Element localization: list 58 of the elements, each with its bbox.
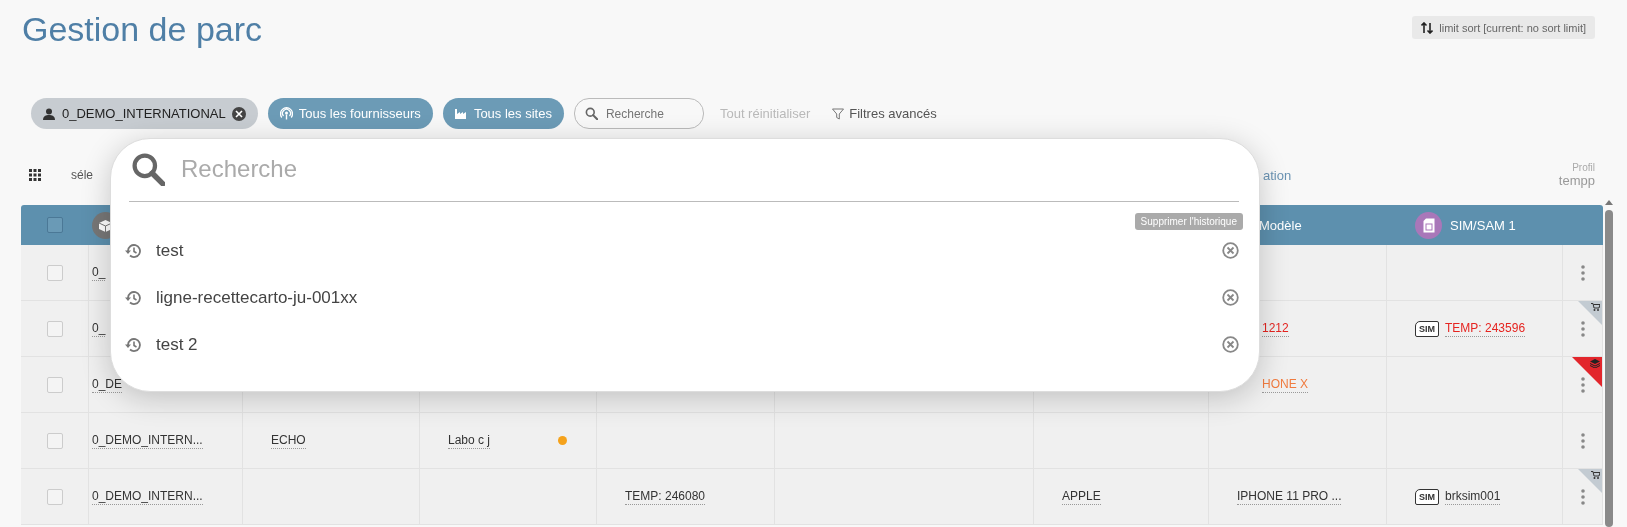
sim-card-icon	[1415, 211, 1442, 239]
sim-badge: SIM	[1415, 488, 1439, 505]
more-icon[interactable]	[1580, 376, 1585, 393]
more-icon[interactable]	[1580, 320, 1585, 337]
history-icon	[124, 242, 142, 259]
history-icon	[124, 289, 142, 306]
table-cell: brksim001	[1445, 488, 1501, 505]
table-cell: TEMP: 246080	[625, 488, 706, 505]
advanced-filters-link[interactable]: Filtres avancés	[826, 106, 943, 121]
history-item[interactable]: test 2	[156, 334, 1222, 355]
profile-label: Profil	[1571, 162, 1595, 173]
table-cell: 0_DEMO_INTERN...	[92, 432, 203, 449]
row-checkbox[interactable]	[46, 264, 63, 281]
table-cell: HONE X	[1262, 376, 1308, 393]
user-icon	[43, 107, 56, 120]
history-item[interactable]: test	[156, 240, 1222, 261]
more-icon[interactable]	[1580, 264, 1585, 281]
sites-filter-chip[interactable]: Tous les sites	[442, 98, 564, 129]
row-checkbox[interactable]	[46, 488, 63, 505]
more-icon[interactable]	[1580, 488, 1585, 505]
table-cell: ECHO	[271, 432, 306, 449]
history-icon	[124, 336, 142, 353]
search-icon	[584, 107, 598, 120]
sort-icon	[1421, 21, 1434, 34]
action-link[interactable]: ation	[1263, 168, 1292, 183]
row-checkbox[interactable]	[46, 432, 63, 449]
table-cell: 0_DEMO_INTERN...	[92, 488, 203, 505]
history-item[interactable]: ligne-recettecarto-ju-001xx	[156, 287, 1222, 308]
row-checkbox[interactable]	[46, 376, 63, 393]
search-input[interactable]: Recherche	[179, 154, 783, 184]
search-field[interactable]: Recherche	[573, 98, 704, 129]
column-header[interactable]: SIM/SAM 1	[1450, 217, 1516, 233]
broadcast-icon	[279, 107, 293, 120]
table-cell: 0_	[92, 320, 106, 337]
table-cell: 1212	[1262, 320, 1289, 337]
table-cell: 0_	[92, 264, 106, 281]
table-cell: IPHONE 11 PRO ...	[1237, 488, 1342, 505]
row-checkbox[interactable]	[46, 320, 63, 337]
grid-icon[interactable]	[29, 169, 41, 181]
table-cell: Labo c j	[448, 432, 491, 449]
filter-icon	[832, 107, 845, 120]
account-filter-chip[interactable]: 0_DEMO_INTERNATIONAL	[31, 98, 258, 129]
page-title: Gestion de parc	[22, 10, 263, 49]
factory-icon	[454, 108, 468, 119]
clear-history-button[interactable]: Supprimer l'historique	[1134, 213, 1243, 230]
sim-badge: SIM	[1415, 320, 1439, 337]
table-cell: TEMP: 243596	[1445, 320, 1526, 337]
remove-icon[interactable]	[231, 106, 246, 121]
search-icon	[131, 152, 165, 186]
profile-value: tempp	[1558, 173, 1595, 188]
column-header[interactable]: Modèle	[1259, 217, 1302, 233]
selection-label: séle	[71, 168, 93, 182]
suppliers-filter-chip[interactable]: Tous les fournisseurs	[267, 98, 433, 129]
select-all-checkbox[interactable]	[47, 217, 63, 233]
more-icon[interactable]	[1580, 432, 1585, 449]
table-cell: APPLE	[1062, 488, 1101, 505]
search-input[interactable]: Recherche	[603, 105, 678, 122]
sort-limit-button[interactable]: limit sort [current: no sort limit]	[1412, 16, 1595, 39]
